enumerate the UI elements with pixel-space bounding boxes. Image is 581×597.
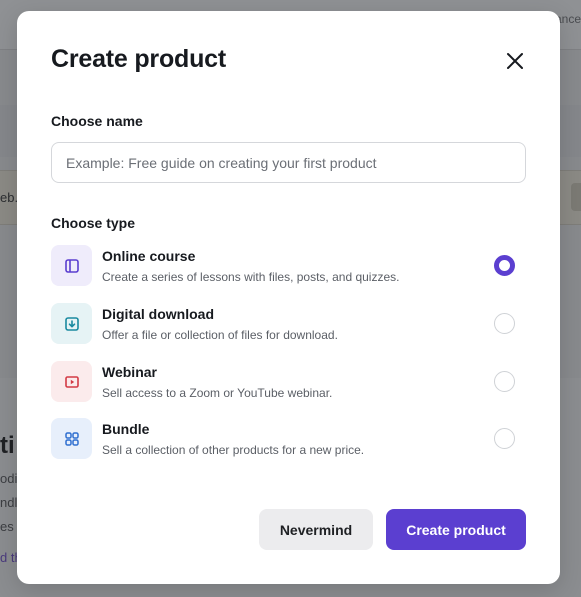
- digital-download-radio[interactable]: [494, 313, 515, 334]
- background-heading: ti: [0, 432, 15, 459]
- download-icon: [64, 316, 79, 331]
- type-option-online-course[interactable]: Online course Create a series of lessons…: [51, 245, 526, 291]
- book-icon: [64, 258, 79, 273]
- online-course-description: Create a series of lessons with files, p…: [102, 270, 400, 284]
- grid-icon: [64, 431, 79, 446]
- type-option-bundle[interactable]: Bundle Sell a collection of other produc…: [51, 418, 526, 464]
- webinar-title: Webinar: [102, 364, 157, 380]
- online-course-radio[interactable]: [494, 255, 515, 276]
- dialog-title: Create product: [51, 45, 227, 73]
- type-section-label: Choose type: [51, 215, 136, 231]
- webinar-radio[interactable]: [494, 371, 515, 392]
- type-option-digital-download[interactable]: Digital download Offer a file or collect…: [51, 303, 526, 349]
- online-course-icon-box: [51, 245, 92, 286]
- background-row-chip: [571, 183, 581, 211]
- play-icon: [64, 375, 79, 388]
- create-product-button[interactable]: Create product: [386, 509, 526, 550]
- bundle-description: Sell a collection of other products for …: [102, 443, 365, 457]
- bundle-radio[interactable]: [494, 428, 515, 449]
- background-text-line: es: [0, 519, 14, 534]
- online-course-title: Online course: [102, 248, 196, 264]
- webinar-description: Sell access to a Zoom or YouTube webinar…: [102, 386, 333, 400]
- background-text-line: ndl: [0, 495, 18, 510]
- digital-download-title: Digital download: [102, 306, 214, 322]
- bundle-icon-box: [51, 418, 92, 459]
- digital-download-icon-box: [51, 303, 92, 344]
- bundle-title: Bundle: [102, 421, 150, 437]
- webinar-icon-box: [51, 361, 92, 402]
- digital-download-description: Offer a file or collection of files for …: [102, 328, 338, 342]
- product-name-input[interactable]: [51, 142, 526, 183]
- create-product-dialog: Create product Choose name Choose type O…: [17, 11, 560, 584]
- close-icon: [507, 53, 523, 69]
- close-button[interactable]: [501, 47, 529, 75]
- name-section-label: Choose name: [51, 113, 143, 129]
- type-option-webinar[interactable]: Webinar Sell access to a Zoom or YouTube…: [51, 361, 526, 407]
- nevermind-button[interactable]: Nevermind: [259, 509, 373, 550]
